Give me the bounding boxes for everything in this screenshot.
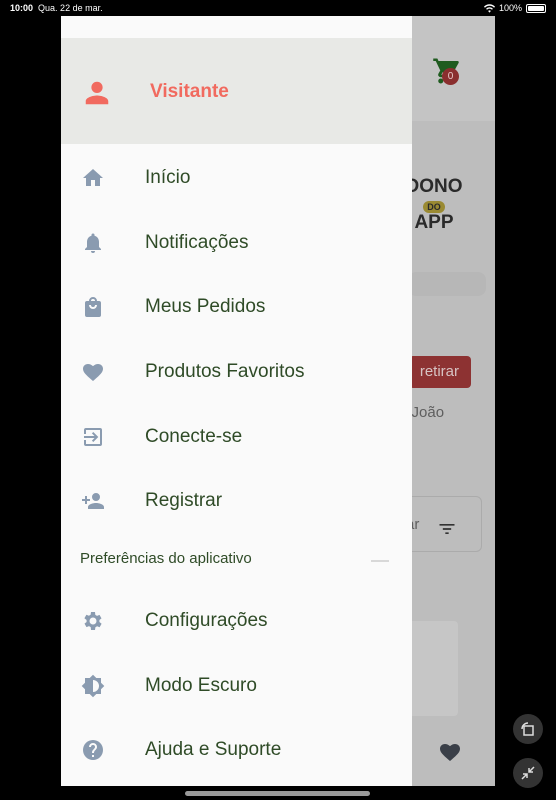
shopping-bag-icon: [85, 297, 101, 317]
rotate-icon: [521, 722, 534, 736]
status-date: Qua. 22 de mar.: [38, 3, 103, 13]
home-icon: [83, 169, 103, 186]
menu-item-ajuda-suporte[interactable]: Ajuda e Suporte: [61, 718, 412, 782]
navigation-drawer: Visitante Início Notificações Meus Pedid…: [61, 16, 412, 786]
battery-percent: 100%: [498, 3, 522, 13]
shrink-arrows-icon: [521, 766, 535, 780]
minimize-button[interactable]: [513, 758, 543, 788]
menu-item-inicio[interactable]: Início: [61, 146, 412, 210]
menu-item-modo-escuro[interactable]: Modo Escuro: [61, 654, 412, 718]
status-bar: 10:00 Qua. 22 de mar. 100%: [0, 0, 556, 16]
menu-item-configuracoes[interactable]: Configurações: [61, 589, 412, 653]
menu-item-produtos-favoritos[interactable]: Produtos Favoritos: [61, 340, 412, 404]
login-icon: [84, 428, 102, 446]
heart-icon: [83, 364, 103, 381]
status-time: 10:00: [10, 3, 34, 13]
person-add-icon: [82, 493, 104, 509]
drawer-header[interactable]: Visitante: [61, 38, 412, 144]
menu-item-registrar[interactable]: Registrar: [61, 469, 412, 533]
menu-label: Início: [145, 167, 191, 188]
menu-label: Ajuda e Suporte: [145, 739, 282, 760]
menu-label: Meus Pedidos: [145, 296, 266, 317]
battery-icon: [526, 3, 546, 13]
bell-icon: [85, 233, 101, 253]
wifi-icon: [483, 3, 495, 13]
section-title: Preferências do aplicativo: [80, 550, 252, 567]
brightness-icon: [81, 674, 105, 698]
menu-item-notificacoes[interactable]: Notificações: [61, 211, 412, 275]
rotate-button[interactable]: [513, 714, 543, 744]
pickup-button[interactable]: retirar: [409, 356, 471, 388]
collapse-icon[interactable]: [371, 560, 389, 562]
cart-count-badge: 0: [442, 68, 459, 85]
user-name: Visitante: [150, 81, 229, 102]
help-icon: [83, 740, 103, 760]
menu-label: Modo Escuro: [145, 675, 257, 696]
menu-label: Notificações: [145, 232, 249, 253]
menu-label: Produtos Favoritos: [145, 361, 305, 382]
background-search-bar: [408, 272, 486, 296]
menu-label: Conecte-se: [145, 426, 243, 447]
home-indicator[interactable]: [185, 791, 370, 796]
menu-item-meus-pedidos[interactable]: Meus Pedidos: [61, 275, 412, 339]
favorite-heart-icon[interactable]: [438, 740, 462, 764]
menu-label: Configurações: [145, 610, 268, 631]
menu-item-conecte-se[interactable]: Conecte-se: [61, 405, 412, 469]
person-icon: [85, 81, 109, 105]
gear-icon: [84, 612, 102, 630]
menu-label: Registrar: [145, 490, 223, 511]
filter-icon: [439, 524, 455, 534]
